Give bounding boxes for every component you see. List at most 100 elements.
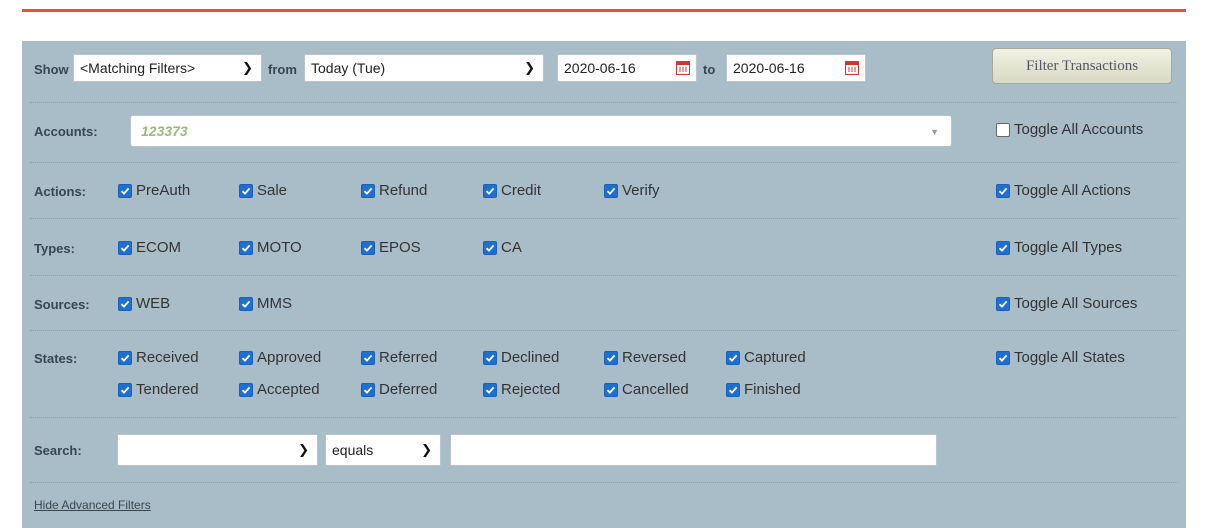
checkbox-checked-icon[interactable] [239, 183, 253, 198]
search-field-select[interactable]: ❯ [117, 434, 318, 466]
states-checkbox-label: Reversed [622, 349, 687, 366]
checkbox-checked-icon[interactable] [726, 350, 740, 365]
chevron-down-icon: ❯ [524, 60, 535, 75]
to-label: to [703, 62, 716, 77]
sources-row: Sources: Toggle All Sources WEB MMS [30, 276, 1178, 331]
search-row: Search: ❯ equals ❯ [30, 418, 1178, 483]
checkbox-checked-icon[interactable] [604, 183, 618, 198]
states-checkbox-label: Referred [379, 349, 438, 366]
states-checkbox-label: Cancelled [622, 381, 689, 398]
types-label: Types: [34, 241, 75, 256]
states-checkbox-deferred[interactable]: Deferred [361, 381, 437, 398]
types-checkbox-ecom[interactable]: ECOM [118, 239, 181, 256]
checkbox-checked-icon[interactable] [118, 382, 132, 397]
actions-checkbox-credit[interactable]: Credit [483, 182, 541, 199]
states-checkbox-approved[interactable]: Approved [239, 349, 321, 366]
checkbox-checked-icon[interactable] [118, 240, 132, 255]
sources-checkbox-mms[interactable]: MMS [239, 295, 292, 312]
checkbox-checked-icon[interactable] [483, 183, 497, 198]
types-checkbox-label: ECOM [136, 239, 181, 256]
checkbox-checked-icon[interactable] [361, 183, 375, 198]
states-checkbox-label: Declined [501, 349, 560, 366]
search-operator-select[interactable]: equals ❯ [325, 434, 441, 466]
accounts-select-value: 123373 [141, 123, 188, 139]
accounts-label: Accounts: [34, 124, 98, 139]
checkbox-checked-icon[interactable] [239, 240, 253, 255]
checkbox-checked-icon[interactable] [118, 350, 132, 365]
sources-checkbox-label: MMS [257, 295, 292, 312]
states-checkbox-finished[interactable]: Finished [726, 381, 801, 398]
checkbox-unchecked-icon[interactable] [996, 122, 1010, 137]
checkbox-checked-icon[interactable] [361, 350, 375, 365]
states-checkbox-cancelled[interactable]: Cancelled [604, 381, 689, 398]
states-checkbox-reversed[interactable]: Reversed [604, 349, 686, 366]
checkbox-checked-icon[interactable] [118, 183, 132, 198]
filter-panel: Show <Matching Filters> ❯ from Today (Tu… [22, 41, 1186, 528]
actions-checkbox-preauth[interactable]: PreAuth [118, 182, 190, 199]
toggle-all-types[interactable]: Toggle All Types [996, 239, 1122, 256]
toggle-all-states-label: Toggle All States [1014, 349, 1125, 366]
states-checkbox-referred[interactable]: Referred [361, 349, 437, 366]
toggle-all-actions-label: Toggle All Actions [1014, 182, 1131, 199]
checkbox-checked-icon[interactable] [118, 296, 132, 311]
accounts-select[interactable]: 123373 ▼ [130, 115, 952, 147]
checkbox-checked-icon[interactable] [996, 350, 1010, 365]
checkbox-checked-icon[interactable] [726, 382, 740, 397]
chevron-down-icon: ❯ [298, 442, 309, 457]
checkbox-checked-icon[interactable] [996, 240, 1010, 255]
sources-label: Sources: [34, 297, 90, 312]
states-checkbox-label: Captured [744, 349, 806, 366]
checkbox-checked-icon[interactable] [483, 350, 497, 365]
checkbox-checked-icon[interactable] [996, 296, 1010, 311]
checkbox-checked-icon[interactable] [361, 382, 375, 397]
toggle-all-states[interactable]: Toggle All States [996, 349, 1125, 366]
toggle-all-accounts[interactable]: Toggle All Accounts [996, 121, 1143, 138]
states-checkbox-label: Approved [257, 349, 322, 366]
actions-checkbox-refund[interactable]: Refund [361, 182, 427, 199]
actions-checkbox-label: Sale [257, 182, 288, 199]
types-checkbox-ca[interactable]: CA [483, 239, 522, 256]
toggle-all-sources[interactable]: Toggle All Sources [996, 295, 1137, 312]
top-accent-rule [22, 9, 1186, 12]
types-checkbox-epos[interactable]: EPOS [361, 239, 421, 256]
checkbox-checked-icon[interactable] [239, 296, 253, 311]
types-checkbox-moto[interactable]: MOTO [239, 239, 302, 256]
states-checkbox-tendered[interactable]: Tendered [118, 381, 199, 398]
toggle-all-actions[interactable]: Toggle All Actions [996, 182, 1131, 199]
states-checkbox-captured[interactable]: Captured [726, 349, 806, 366]
date-from-input[interactable]: 2020-06-16 [557, 54, 697, 82]
date-to-input[interactable]: 2020-06-16 [726, 54, 866, 82]
actions-checkbox-label: PreAuth [136, 182, 191, 199]
states-checkbox-received[interactable]: Received [118, 349, 199, 366]
actions-label: Actions: [34, 184, 86, 199]
calendar-icon[interactable] [676, 61, 690, 75]
sources-checkbox-web[interactable]: WEB [118, 295, 170, 312]
states-checkbox-label: Rejected [501, 381, 561, 398]
hide-advanced-filters-link[interactable]: Hide Advanced Filters [34, 498, 151, 512]
states-checkbox-declined[interactable]: Declined [483, 349, 559, 366]
period-select[interactable]: Today (Tue) ❯ [304, 54, 544, 82]
checkbox-checked-icon[interactable] [361, 240, 375, 255]
calendar-icon[interactable] [845, 61, 859, 75]
show-select[interactable]: <Matching Filters> ❯ [73, 54, 262, 82]
actions-checkbox-sale[interactable]: Sale [239, 182, 287, 199]
checkbox-checked-icon[interactable] [483, 382, 497, 397]
actions-row: Actions: Toggle All Actions PreAuth Sale R… [30, 163, 1178, 219]
states-checkbox-accepted[interactable]: Accepted [239, 381, 320, 398]
actions-checkbox-label: Credit [501, 182, 542, 199]
states-checkbox-label: Received [136, 349, 199, 366]
checkbox-checked-icon[interactable] [239, 382, 253, 397]
checkbox-checked-icon[interactable] [604, 382, 618, 397]
checkbox-checked-icon[interactable] [483, 240, 497, 255]
checkbox-checked-icon[interactable] [996, 183, 1010, 198]
chevron-down-icon: ❯ [421, 442, 432, 457]
search-label: Search: [34, 443, 82, 458]
states-checkbox-rejected[interactable]: Rejected [483, 381, 560, 398]
types-checkbox-label: CA [501, 239, 522, 256]
search-text-input[interactable] [450, 434, 937, 466]
checkbox-checked-icon[interactable] [239, 350, 253, 365]
actions-checkbox-verify[interactable]: Verify [604, 182, 660, 199]
checkbox-checked-icon[interactable] [604, 350, 618, 365]
sources-checkbox-label: WEB [136, 295, 171, 312]
filter-transactions-button[interactable]: Filter Transactions [992, 48, 1172, 84]
